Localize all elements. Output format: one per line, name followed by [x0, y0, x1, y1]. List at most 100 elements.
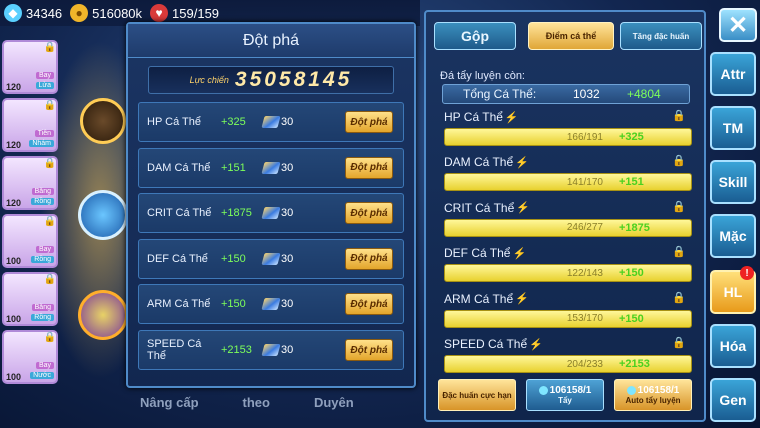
- pet-slot[interactable]: 🔒 Tiên Nhám 120: [2, 98, 58, 152]
- stat-bar: 204/233 +2153: [444, 355, 692, 373]
- stat-current: 204/233: [566, 358, 603, 370]
- lock-icon[interactable]: 🔒: [672, 154, 686, 167]
- side-menu-mặc[interactable]: Mặc: [710, 214, 756, 258]
- total-bonus: +4804: [627, 87, 661, 101]
- stamina-counter: ♥ 159/159: [150, 4, 219, 22]
- stat-name: DEF Cá Thể: [147, 252, 208, 265]
- breakthrough-button[interactable]: Đột phá: [345, 339, 393, 361]
- breakthrough-row: DEF Cá Thể +150 30 Đột phá: [138, 238, 404, 279]
- side-menu-gen[interactable]: Gen: [710, 378, 756, 422]
- crystal-icon: [261, 161, 281, 174]
- lock-shield-icon[interactable]: [78, 190, 128, 240]
- stat-name: SPEED Cá Thể: [147, 338, 202, 362]
- lock-icon[interactable]: 🔒: [672, 336, 686, 349]
- extreme-training-button[interactable]: Đặc huấn cực hạn: [438, 379, 516, 411]
- gear-upgrade-icon[interactable]: [78, 290, 128, 340]
- power-value: 35058145: [234, 68, 353, 91]
- cost: 30: [261, 298, 323, 311]
- breakthrough-button[interactable]: Đột phá: [345, 247, 393, 270]
- stat-name: DAM Cá Thể: [444, 155, 514, 170]
- lock-icon[interactable]: 🔒: [672, 109, 686, 122]
- breakthrough-button[interactable]: Đột phá: [345, 156, 393, 179]
- lock-icon[interactable]: 🔒: [672, 291, 686, 304]
- gem-counter: ◆ 34346: [4, 4, 62, 22]
- training-stat: DEF Cá Thể ⚡ 🔒 122/143 +150: [444, 245, 692, 283]
- stat-name: DAM Cá Thể: [147, 161, 211, 174]
- cost: 30: [261, 161, 323, 174]
- stat-name: HP Cá Thể: [444, 110, 503, 124]
- stat-bonus: +150: [619, 267, 644, 280]
- combat-power: Lực chiến 35058145: [148, 66, 394, 94]
- tab-tang-dac-huan[interactable]: Tăng đặc huấn: [620, 22, 702, 50]
- pet-slot[interactable]: 🔒 Bay Nước 100: [2, 330, 58, 384]
- cost: 30: [261, 116, 323, 128]
- lightning-icon: ⚡: [515, 293, 529, 306]
- pet-list: 🔒 Bay Lửa 120 🔒 Tiên Nhám 120 🔒 Băng Rồng 120 🔒 Ba…: [2, 40, 60, 388]
- pet-slot[interactable]: 🔒 Bay Lửa 120: [2, 40, 58, 94]
- breakthrough-row: SPEED Cá Thể +2153 30 Đột phá: [138, 330, 404, 370]
- stat-bonus: +150: [619, 312, 644, 325]
- stat-name: CRIT Cá Thể: [147, 207, 212, 220]
- stat-bar: 153/170 +150: [444, 309, 692, 328]
- treasure-icon[interactable]: [80, 98, 126, 144]
- lightning-icon: ⚡: [515, 156, 529, 169]
- stat-bonus: +325: [221, 116, 246, 128]
- stat-name: ARM Cá Thể: [444, 291, 514, 306]
- stone-icon: [626, 386, 636, 395]
- stat-bonus: +325: [619, 131, 644, 143]
- breakthrough-button[interactable]: Đột phá: [345, 202, 393, 225]
- lock-icon[interactable]: 🔒: [672, 200, 686, 213]
- tab-gop[interactable]: Gộp: [434, 22, 516, 50]
- cost: 30: [261, 252, 323, 265]
- total-label: Tổng Cá Thể:: [463, 87, 537, 101]
- lock-icon[interactable]: 🔒: [672, 245, 686, 258]
- gem-icon: ◆: [4, 4, 22, 22]
- side-menu-skill[interactable]: Skill: [710, 160, 756, 204]
- bottom-tabs: Nâng cấp theo Duyên: [140, 395, 354, 410]
- stat-bonus: +151: [221, 161, 246, 174]
- tab-diem-ca-the[interactable]: Điểm cá thể: [528, 22, 614, 50]
- crystal-icon: [261, 252, 281, 265]
- power-label: Lực chiến: [189, 75, 229, 85]
- reroll-button[interactable]: 106158/1 Tẩy: [526, 379, 604, 411]
- stat-bar: 122/143 +150: [444, 264, 692, 283]
- breakthrough-button[interactable]: Đột phá: [345, 111, 393, 133]
- close-button[interactable]: ✕: [719, 8, 757, 42]
- stat-name: DEF Cá Thể: [444, 246, 511, 261]
- gold-counter: ● 516080k: [70, 4, 142, 22]
- stat-name: CRIT Cá Thể: [444, 200, 515, 215]
- stamina-icon: ♥: [150, 4, 169, 22]
- lock-icon: 🔒: [43, 42, 56, 53]
- lock-icon: 🔒: [43, 332, 56, 343]
- stat-bonus: +1875: [221, 207, 252, 220]
- pet-slot[interactable]: 🔒 Bay Rồng 100: [2, 214, 58, 268]
- stat-bonus: +2153: [619, 358, 650, 370]
- tab-nang-cap[interactable]: Nâng cấp: [140, 395, 199, 410]
- pet-slot[interactable]: 🔒 Băng Rồng 100: [2, 272, 58, 326]
- gold-coin-icon: ●: [70, 4, 89, 22]
- stone-icon: [538, 386, 548, 395]
- side-menu-attr[interactable]: Attr: [710, 52, 756, 96]
- training-stat: CRIT Cá Thể ⚡ 🔒 246/277 +1875: [444, 200, 692, 237]
- total-stat-bar: Tổng Cá Thể: 1032 +4804: [442, 84, 690, 104]
- side-menu-hóa[interactable]: Hóa: [710, 324, 756, 368]
- stat-current: 153/170: [566, 313, 603, 325]
- crystal-icon: [261, 116, 281, 128]
- stat-current: 166/191: [566, 131, 603, 143]
- pet-slot[interactable]: 🔒 Băng Rồng 120: [2, 156, 58, 210]
- stat-name: ARM Cá Thể: [147, 298, 211, 311]
- stat-bonus: +2153: [221, 344, 252, 356]
- stat-bonus: +150: [221, 252, 246, 265]
- crystal-icon: [261, 298, 281, 311]
- stat-bar: 166/191 +325: [444, 128, 692, 146]
- auto-reroll-button[interactable]: 106158/1 Auto tẩy luyện: [614, 379, 692, 411]
- breakthrough-button[interactable]: Đột phá: [345, 293, 393, 316]
- side-menu-tm[interactable]: TM: [710, 106, 756, 150]
- stat-current: 122/143: [566, 267, 603, 279]
- training-stat: SPEED Cá Thể ⚡ 🔒 204/233 +2153: [444, 336, 692, 373]
- tab-duyen[interactable]: Duyên: [314, 395, 354, 410]
- stat-bar: 141/170 +151: [444, 173, 692, 192]
- close-icon: ✕: [727, 11, 749, 39]
- stat-name: SPEED Cá Thể: [444, 337, 528, 351]
- tab-theo[interactable]: theo: [243, 395, 270, 410]
